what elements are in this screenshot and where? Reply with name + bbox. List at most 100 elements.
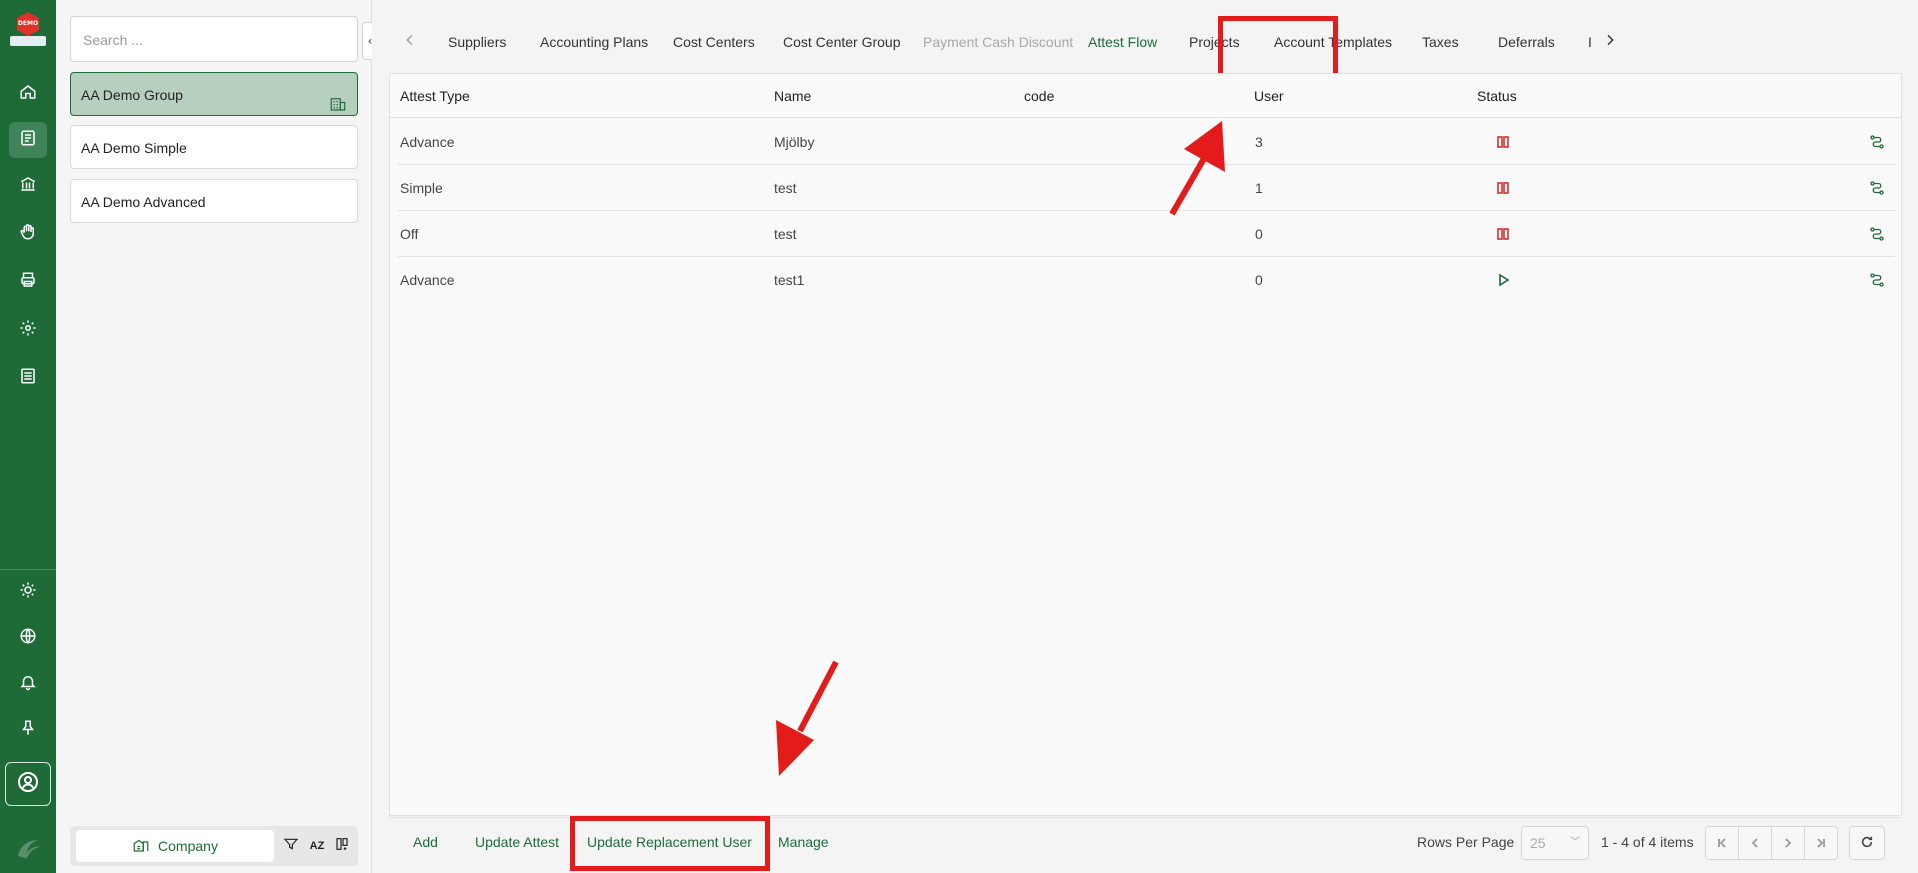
nav-list[interactable] bbox=[9, 360, 47, 396]
first-page-button[interactable] bbox=[1705, 826, 1739, 860]
columns-icon bbox=[335, 836, 351, 856]
column-header-name[interactable]: Name bbox=[774, 74, 811, 118]
nav-notifications[interactable] bbox=[9, 666, 47, 702]
company-item-label: AA Demo Group bbox=[81, 87, 183, 103]
flow-route-icon[interactable] bbox=[1868, 179, 1886, 197]
pause-icon[interactable] bbox=[1495, 134, 1511, 150]
list-icon bbox=[19, 367, 37, 389]
chevron-down-icon: ﹀ bbox=[1570, 837, 1580, 848]
column-header-status[interactable]: Status bbox=[1477, 74, 1517, 118]
table-row[interactable]: Simple test 1 bbox=[398, 165, 1895, 211]
table-row[interactable]: Advance Mjölby 3 bbox=[398, 119, 1895, 165]
nav-user-profile[interactable] bbox=[5, 762, 51, 806]
annotation-highlight-action bbox=[570, 816, 770, 871]
tab-payment-cash-discount[interactable]: Payment Cash Discount bbox=[923, 20, 1073, 64]
brand-swirl bbox=[10, 832, 46, 868]
bell-icon bbox=[19, 673, 37, 695]
column-header-attest-type[interactable]: Attest Type bbox=[400, 74, 470, 118]
tab-attest-flow[interactable]: Attest Flow bbox=[1088, 20, 1157, 64]
nav-printer[interactable] bbox=[9, 264, 47, 300]
tab-taxes[interactable]: Taxes bbox=[1422, 20, 1459, 64]
grid-header: Attest Type Name code User Status bbox=[390, 74, 1901, 118]
refresh-button[interactable] bbox=[1849, 826, 1885, 860]
nav-documents[interactable] bbox=[9, 122, 47, 158]
bank-icon bbox=[19, 175, 37, 197]
sort-az-icon: AZ bbox=[309, 840, 325, 852]
tab-cost-centers[interactable]: Cost Centers bbox=[673, 20, 755, 64]
cell-name: test bbox=[774, 180, 797, 196]
pause-icon[interactable] bbox=[1495, 226, 1511, 242]
company-item-label: AA Demo Simple bbox=[81, 140, 187, 156]
filter-icon bbox=[283, 836, 299, 856]
tab-cost-center-group[interactable]: Cost Center Group bbox=[783, 20, 901, 64]
add-button[interactable]: Add bbox=[413, 818, 438, 866]
rows-per-page-select[interactable]: 25 ﹀ bbox=[1521, 826, 1589, 860]
columns-button[interactable] bbox=[333, 836, 353, 856]
tabs-scroll-right[interactable] bbox=[1598, 30, 1622, 54]
cell-name: test1 bbox=[774, 272, 805, 288]
cell-attest-type: Advance bbox=[400, 272, 455, 288]
company-button-label: Company bbox=[158, 838, 218, 854]
company-icon bbox=[132, 836, 150, 857]
tab-suppliers[interactable]: Suppliers bbox=[448, 20, 506, 64]
annotation-highlight-tab bbox=[1218, 16, 1338, 78]
hand-icon bbox=[19, 223, 37, 245]
brand-swirl-icon bbox=[12, 832, 44, 868]
company-search-input[interactable]: Search ... bbox=[70, 16, 358, 62]
column-header-user[interactable]: User bbox=[1254, 74, 1284, 118]
company-filter-button[interactable]: Company bbox=[76, 830, 274, 862]
nav-settings[interactable] bbox=[9, 312, 47, 348]
first-page-icon bbox=[1716, 834, 1728, 853]
nav-pin[interactable] bbox=[9, 712, 47, 748]
logo-text: DEMO bbox=[17, 20, 39, 27]
cell-user: 3 bbox=[1255, 134, 1263, 150]
tabs-scroll-left[interactable] bbox=[398, 30, 422, 54]
cell-attest-type: Off bbox=[400, 226, 419, 242]
printer-icon bbox=[19, 271, 37, 293]
update-attest-button[interactable]: Update Attest bbox=[475, 818, 559, 866]
document-icon bbox=[19, 129, 37, 151]
company-item[interactable]: AA Demo Group bbox=[70, 72, 358, 116]
filter-button[interactable] bbox=[281, 836, 301, 856]
sort-button[interactable]: AZ bbox=[307, 836, 327, 856]
previous-page-button[interactable] bbox=[1738, 826, 1772, 860]
cell-user: 1 bbox=[1255, 180, 1263, 196]
next-page-button[interactable] bbox=[1771, 826, 1805, 860]
attest-flow-grid: Attest Type Name code User Status Advanc… bbox=[389, 73, 1902, 816]
chevron-right-icon bbox=[1602, 32, 1618, 52]
nav-hand[interactable] bbox=[9, 216, 47, 252]
manage-button[interactable]: Manage bbox=[778, 818, 829, 866]
flow-route-icon[interactable] bbox=[1868, 271, 1886, 289]
company-item[interactable]: AA Demo Simple bbox=[70, 125, 358, 169]
table-row[interactable]: Off test 0 bbox=[398, 211, 1895, 257]
user-circle-icon bbox=[16, 770, 40, 798]
cell-name: Mjölby bbox=[774, 134, 815, 150]
app-logo[interactable]: DEMO bbox=[8, 6, 48, 50]
company-item[interactable]: AA Demo Advanced bbox=[70, 179, 358, 223]
tab-deferrals[interactable]: Deferrals bbox=[1498, 20, 1555, 64]
table-row[interactable]: Advance test1 0 bbox=[398, 257, 1895, 303]
last-page-button[interactable] bbox=[1804, 826, 1838, 860]
tab-overflow[interactable]: I bbox=[1588, 20, 1592, 64]
tab-accounting-plans[interactable]: Accounting Plans bbox=[540, 20, 648, 64]
home-icon bbox=[19, 83, 37, 105]
nav-rail: DEMO bbox=[0, 0, 56, 873]
nav-separator bbox=[0, 569, 56, 570]
rows-per-page-value: 25 bbox=[1530, 835, 1546, 851]
gear-icon bbox=[19, 319, 37, 341]
nav-bank[interactable] bbox=[9, 168, 47, 204]
company-panel-footer: Company AZ bbox=[70, 826, 358, 866]
column-header-code[interactable]: code bbox=[1024, 74, 1054, 118]
tab-bar: Suppliers Accounting Plans Cost Centers … bbox=[398, 20, 1890, 64]
flow-route-icon[interactable] bbox=[1868, 225, 1886, 243]
nav-theme[interactable] bbox=[9, 574, 47, 610]
nav-language[interactable] bbox=[9, 620, 47, 656]
pause-icon[interactable] bbox=[1495, 180, 1511, 196]
play-icon[interactable] bbox=[1495, 272, 1511, 288]
cell-user: 0 bbox=[1255, 226, 1263, 242]
logo-laptop bbox=[10, 36, 46, 46]
nav-home[interactable] bbox=[9, 76, 47, 112]
sun-icon bbox=[19, 581, 37, 603]
flow-route-icon[interactable] bbox=[1868, 133, 1886, 151]
chevron-right-icon bbox=[1782, 834, 1794, 853]
